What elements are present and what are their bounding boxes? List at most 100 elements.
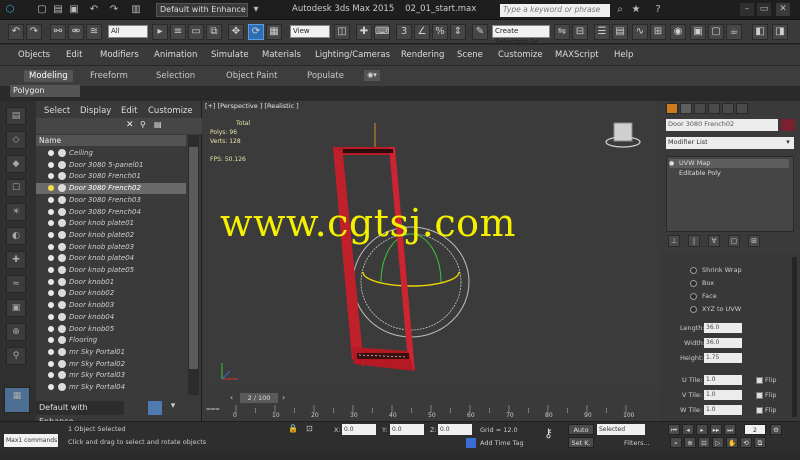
menu-help[interactable]: Help <box>614 50 633 60</box>
ribbon-options-icon[interactable]: ◉▾ <box>364 70 380 81</box>
stack-item-uvw-map[interactable]: UVW Map <box>669 159 789 168</box>
time-slider[interactable]: 2 / 100 <box>240 393 278 403</box>
pin-stack-icon[interactable]: ⊥ <box>668 235 680 247</box>
display-bones-icon[interactable]: ⚲ <box>6 347 26 365</box>
display-lights-icon[interactable]: ☀ <box>6 203 26 221</box>
unlink-icon[interactable]: ⚮ <box>68 24 84 40</box>
app-logo-icon[interactable]: ⬡ <box>4 4 16 16</box>
select-rotate-icon[interactable]: ⟳ <box>248 24 264 40</box>
visibility-bulb-icon[interactable] <box>48 278 54 285</box>
visibility-bulb-icon[interactable] <box>48 185 54 192</box>
list-item[interactable]: Door knob03 <box>36 300 186 311</box>
selection-filter-select[interactable]: All <box>108 25 148 38</box>
display-spacewarps-icon[interactable]: ≈ <box>6 275 26 293</box>
pan-view-icon[interactable]: ✋ <box>726 437 738 448</box>
maximize-viewport-icon[interactable]: ⧉ <box>754 437 766 448</box>
go-to-end-icon[interactable]: ⏭ <box>724 424 736 435</box>
mirror-icon[interactable]: ⇋ <box>554 24 570 40</box>
zoom-extents-icon[interactable]: ⊡ <box>698 437 710 448</box>
list-item[interactable]: Door 3080 French04 <box>36 207 186 218</box>
key-icon[interactable]: ⚷ <box>544 426 562 444</box>
percent-snap-icon[interactable]: % <box>432 24 448 40</box>
timeline-toggle-icon[interactable]: ⩶ <box>206 404 220 416</box>
menu-customize[interactable]: Customize <box>498 50 543 60</box>
show-end-result-icon[interactable]: | <box>688 235 700 247</box>
select-manipulate-icon[interactable]: ✚ <box>356 24 372 40</box>
pivot-center-icon[interactable]: ◫ <box>334 24 350 40</box>
bind-space-warp-icon[interactable]: ≋ <box>86 24 102 40</box>
visibility-bulb-icon[interactable] <box>48 337 54 344</box>
menu-modifiers[interactable]: Modifiers <box>100 50 139 60</box>
rendered-frame-icon[interactable]: ▢ <box>708 24 724 40</box>
play-icon[interactable]: ▸ <box>696 424 708 435</box>
filter-icon[interactable]: ⚲ <box>140 120 152 132</box>
add-time-tag[interactable]: Add Time Tag <box>480 439 524 447</box>
explorer-menu-edit[interactable]: Edit <box>121 106 137 116</box>
width-spinner[interactable]: 36.0 <box>704 338 742 348</box>
set-key-button[interactable]: Set K. <box>568 437 594 448</box>
visibility-bulb-icon[interactable] <box>48 302 54 309</box>
display-helpers-icon[interactable]: ✚ <box>6 251 26 269</box>
display-groups-icon[interactable]: ▣ <box>6 299 26 317</box>
clear-search-icon[interactable]: ✕ <box>126 120 138 132</box>
render-production-icon[interactable]: ☕ <box>726 24 742 40</box>
project-folder-icon[interactable]: ▥ <box>130 4 142 16</box>
render-setup-icon[interactable]: ▣ <box>690 24 706 40</box>
utile-spinner[interactable]: 1.0 <box>704 375 742 385</box>
visibility-bulb-icon[interactable] <box>48 243 54 250</box>
radio-face[interactable] <box>690 293 697 300</box>
visibility-bulb-icon[interactable] <box>48 220 54 227</box>
auto-key-button[interactable]: Auto <box>568 424 594 435</box>
layer-select[interactable]: Default with Enhance <box>36 401 124 426</box>
help-icon[interactable]: ? <box>652 4 664 16</box>
named-selection-select[interactable]: Create Selection Se <box>492 25 550 46</box>
v-flip-checkbox[interactable] <box>756 392 763 399</box>
object-name-field[interactable]: Door 3080 French02 <box>666 119 778 131</box>
workspace-dropdown-icon[interactable]: ▾ <box>250 4 262 16</box>
visibility-bulb-icon[interactable] <box>48 150 54 156</box>
material-editor-icon[interactable]: ◉ <box>670 24 686 40</box>
visibility-bulb-icon[interactable] <box>48 196 54 203</box>
field-of-view-icon[interactable]: ▷ <box>712 437 724 448</box>
display-shapes-icon[interactable]: ☐ <box>6 179 26 197</box>
reference-coordinate-select[interactable]: View <box>290 25 330 38</box>
y-coordinate[interactable]: 0.0 <box>390 424 424 435</box>
visibility-bulb-icon[interactable] <box>48 231 54 238</box>
sort-layers-icon[interactable] <box>148 401 162 415</box>
key-filters-button[interactable]: Filters... <box>624 439 650 447</box>
search-icon[interactable]: ⌕ <box>614 4 626 16</box>
curve-editor-icon[interactable]: ∿ <box>632 24 648 40</box>
menu-maxscript[interactable]: MAXScript <box>555 50 599 60</box>
explorer-menu-select[interactable]: Select <box>44 106 70 116</box>
height-spinner[interactable]: 1.75 <box>704 353 742 363</box>
parameters-scrollbar[interactable] <box>792 257 797 417</box>
list-item[interactable]: Door knob02 <box>36 288 186 299</box>
tab-freeform[interactable]: Freeform <box>90 71 128 81</box>
current-frame-field[interactable]: 2 <box>744 424 766 435</box>
new-file-icon[interactable]: ▢ <box>36 4 48 16</box>
maxscript-listener-field[interactable]: Max1 commands fu <box>4 434 58 457</box>
list-item[interactable]: Ceiling <box>36 148 186 159</box>
w-flip-checkbox[interactable] <box>756 407 763 414</box>
modifier-list-select[interactable]: Modifier List <box>666 137 786 149</box>
open-file-icon[interactable]: ▤ <box>52 4 64 16</box>
menu-materials[interactable]: Materials <box>262 50 301 60</box>
chevron-down-icon[interactable]: ▾ <box>782 137 794 149</box>
list-item[interactable]: Door knob01 <box>36 277 186 288</box>
list-item[interactable]: Flooring <box>36 335 186 346</box>
menu-lighting-cameras[interactable]: Lighting/Cameras <box>315 50 390 60</box>
hierarchy-tab-icon[interactable] <box>694 103 706 114</box>
menu-scene[interactable]: Scene <box>457 50 483 60</box>
snap-toggle-icon[interactable]: 3 <box>396 24 412 40</box>
list-item[interactable]: Door knob04 <box>36 312 186 323</box>
keyboard-shortcut-icon[interactable]: ⌨ <box>374 24 390 40</box>
menu-animation[interactable]: Animation <box>154 50 197 60</box>
display-xrefs-icon[interactable]: ⊕ <box>6 323 26 341</box>
column-header-name[interactable]: Name <box>36 135 186 146</box>
list-item[interactable]: Door knob plate01 <box>36 218 186 229</box>
perspective-viewport[interactable]: [+] [Perspective ] [Realistic ] Total Po… <box>202 101 660 391</box>
tab-selection[interactable]: Selection <box>156 71 195 81</box>
select-move-icon[interactable]: ✥ <box>228 24 244 40</box>
layer-manager-icon[interactable]: ☰ <box>594 24 610 40</box>
list-item[interactable]: Door 3080 French01 <box>36 171 186 182</box>
